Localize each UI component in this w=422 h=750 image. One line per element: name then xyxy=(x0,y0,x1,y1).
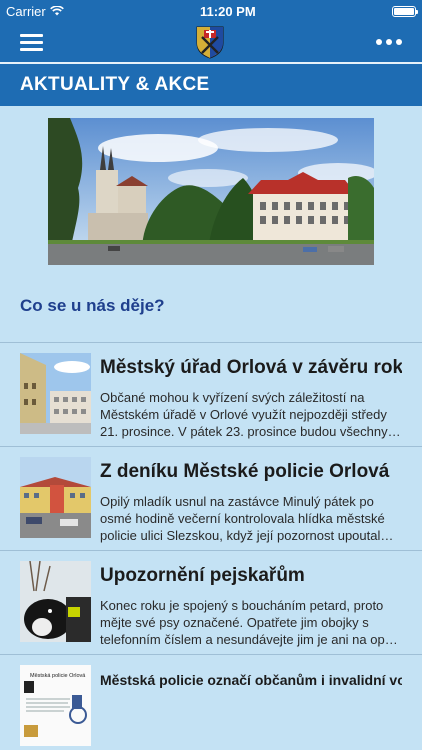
clock: 11:20 PM xyxy=(200,3,256,19)
news-item[interactable]: Městská policie Orlová Městská policie o… xyxy=(0,654,422,750)
news-thumbnail xyxy=(20,353,91,434)
news-thumbnail: Městská policie Orlová xyxy=(20,665,91,746)
news-description: Konec roku je spojený s boucháním petard… xyxy=(100,598,398,647)
section-title: AKTUALITY & AKCE xyxy=(0,64,422,106)
battery-icon xyxy=(391,5,418,17)
city-crest-logo xyxy=(196,26,223,59)
hero-photo-town-square xyxy=(48,118,374,265)
wifi-icon xyxy=(49,6,64,16)
carrier-label: Carrier xyxy=(6,3,46,19)
news-list: Městský úřad Orlová v závěru roku Občané… xyxy=(0,342,422,750)
hamburger-menu-icon[interactable] xyxy=(20,33,43,51)
news-description: Občané mohou k vyřízení svých záležitost… xyxy=(100,390,401,439)
news-item[interactable]: Z deníku Městské policie Orlová Opilý ml… xyxy=(0,446,422,550)
news-description xyxy=(100,699,402,750)
news-description: Opilý mladík usnul na zastávce Minulý pá… xyxy=(100,494,394,543)
status-bar: Carrier 11:20 PM xyxy=(0,0,422,22)
news-item[interactable]: Městský úřad Orlová v závěru roku Občané… xyxy=(0,342,422,446)
news-title: Městská policie označí občanům i invalid… xyxy=(100,672,402,688)
thumbnail-caption: Městská policie Orlová xyxy=(30,673,86,679)
news-section-heading: Co se u nás děje? xyxy=(20,296,165,315)
news-item[interactable]: Upozornění pejskařům Konec roku je spoje… xyxy=(0,550,422,654)
more-options-icon[interactable] xyxy=(376,39,402,45)
news-title: Městský úřad Orlová v závěru roku xyxy=(100,357,402,378)
news-thumbnail xyxy=(20,457,91,538)
top-navigation-bar xyxy=(0,22,422,64)
news-title: Z deníku Městské policie Orlová xyxy=(100,461,390,482)
news-thumbnail xyxy=(20,561,91,642)
news-title: Upozornění pejskařům xyxy=(100,565,305,586)
